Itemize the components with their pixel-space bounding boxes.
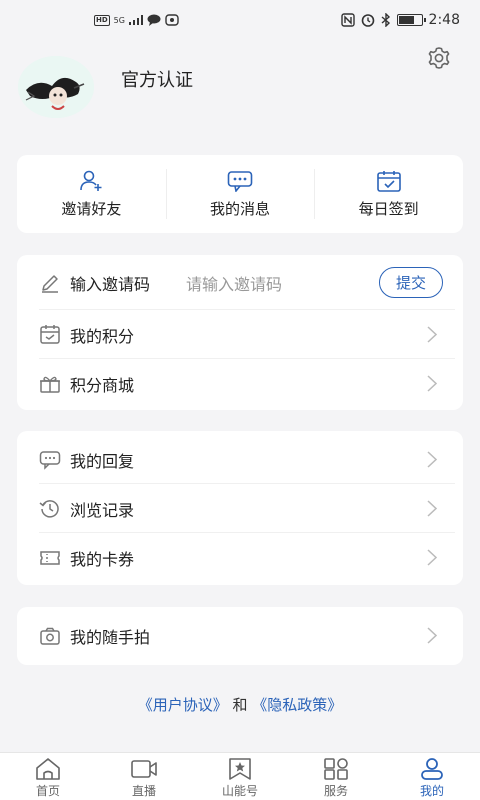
quick-action-label: 每日签到 <box>358 199 419 218</box>
menu-item-snapshot[interactable]: 我的随手拍 <box>17 607 463 665</box>
tab-label: 首页 <box>35 784 60 798</box>
tab-live[interactable]: 直播 <box>96 753 192 800</box>
menu-group-photo: 我的随手拍 <box>17 607 463 665</box>
daily-checkin-button[interactable]: 每日签到 <box>314 155 463 233</box>
quick-action-label: 我的消息 <box>210 199 271 218</box>
network-label: 5G <box>113 15 125 25</box>
menu-item-browse-history[interactable]: 浏览记录 <box>17 484 463 533</box>
avatar-image <box>18 56 94 118</box>
bluetooth-icon <box>381 13 390 27</box>
privacy-policy-link[interactable]: 《隐私政策》 <box>252 696 342 714</box>
status-right: 2:48 <box>340 12 460 28</box>
tab-mine[interactable]: 我的 <box>384 753 480 800</box>
bottom-tab-bar: 首页 直播 山能号 服务 我的 <box>0 752 480 800</box>
points-icon <box>40 324 60 344</box>
tab-label: 服务 <box>323 784 348 798</box>
nfc-icon <box>340 13 355 27</box>
menu-group-points: 输入邀请码 请输入邀请码 提交 我的积分 积分商城 <box>17 255 463 410</box>
home-icon <box>36 758 60 780</box>
footer-links: 《用户协议》 和 《隐私政策》 <box>0 694 480 715</box>
menu-item-my-coupons[interactable]: 我的卡券 <box>17 533 463 582</box>
menu-item-my-replies[interactable]: 我的回复 <box>17 435 463 484</box>
my-messages-button[interactable]: 我的消息 <box>165 155 315 233</box>
battery-icon <box>396 14 426 26</box>
battery-fill <box>398 16 415 24</box>
message-icon <box>227 170 253 192</box>
submit-button[interactable]: 提交 <box>379 267 443 298</box>
bookmark-star-icon <box>229 758 251 780</box>
status-time: 2:48 <box>428 12 460 28</box>
tab-label: 山能号 <box>221 784 258 798</box>
reply-icon <box>39 450 61 470</box>
camera-icon <box>40 627 60 645</box>
menu-item-label: 我的积分 <box>70 326 135 346</box>
grid-icon <box>324 758 348 780</box>
tab-label: 我的 <box>419 784 444 798</box>
status-left: HD 5G <box>94 14 179 26</box>
calendar-check-icon <box>376 170 401 192</box>
quick-actions-card: 邀请好友 我的消息 每日签到 <box>17 155 463 233</box>
chevron-right-icon <box>427 326 437 343</box>
menu-item-label: 浏览记录 <box>70 500 135 520</box>
invite-code-label: 输入邀请码 <box>70 274 151 294</box>
menu-group-activity: 我的回复 浏览记录 我的卡券 <box>17 431 463 585</box>
chevron-right-icon <box>427 549 437 566</box>
chevron-right-icon <box>427 451 437 468</box>
menu-item-label: 我的回复 <box>70 451 135 471</box>
tab-label: 直播 <box>131 784 156 798</box>
user-icon <box>421 758 443 780</box>
tab-home[interactable]: 首页 <box>0 753 96 800</box>
signal-icon <box>128 15 143 25</box>
tab-shanneng[interactable]: 山能号 <box>192 753 288 800</box>
menu-item-my-points[interactable]: 我的积分 <box>17 310 463 359</box>
certification-label: 官方认证 <box>121 70 193 91</box>
invite-code-input[interactable]: 请输入邀请码 <box>186 271 282 295</box>
status-bar: HD 5G 2:48 <box>0 0 480 44</box>
pencil-icon <box>42 274 58 293</box>
hd-icon: HD <box>94 14 110 26</box>
avatar[interactable] <box>18 56 94 118</box>
alarm-icon <box>361 14 374 27</box>
history-icon <box>39 499 59 518</box>
quick-action-label: 邀请好友 <box>61 199 122 218</box>
chat-bubble-icon <box>147 14 161 26</box>
invite-code-row: 输入邀请码 请输入邀请码 提交 <box>17 255 463 310</box>
chevron-right-icon <box>427 375 437 392</box>
gear-icon[interactable] <box>426 45 452 71</box>
chevron-right-icon <box>427 500 437 517</box>
ticket-icon <box>40 550 60 565</box>
footer-and: 和 <box>232 696 248 714</box>
menu-item-label: 积分商城 <box>70 375 135 395</box>
user-agreement-link[interactable]: 《用户协议》 <box>138 696 228 714</box>
video-icon <box>131 760 157 778</box>
chevron-right-icon <box>427 627 437 644</box>
menu-item-label: 我的随手拍 <box>70 628 151 647</box>
menu-item-label: 我的卡券 <box>70 549 135 569</box>
gift-icon <box>40 376 60 393</box>
invite-friends-button[interactable]: 邀请好友 <box>17 155 166 233</box>
menu-item-points-mall[interactable]: 积分商城 <box>17 359 463 408</box>
eye-icon <box>165 14 179 26</box>
add-user-icon <box>80 170 102 191</box>
tab-services[interactable]: 服务 <box>288 753 384 800</box>
